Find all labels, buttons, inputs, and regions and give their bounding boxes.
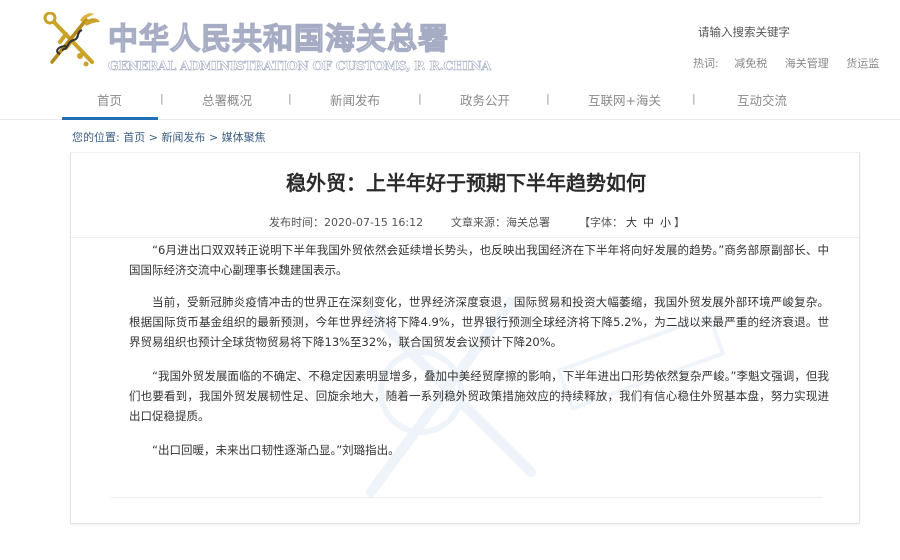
- publish-time-value: 2020-07-15 16:12: [324, 216, 424, 229]
- font-size-small[interactable]: 小: [660, 216, 671, 229]
- article-bottom-divider: [111, 497, 823, 498]
- article-paragraph: “6月进出口双双转正说明下半年我国外贸依然会延续增长势头，也反映出我国经济在下半…: [129, 243, 829, 277]
- font-size-label: 【字体：: [579, 216, 623, 229]
- article-paragraph: “我国外贸发展面临的不确定、不稳定因素明显增多，叠加中美经贸摩擦的影响，下半年进…: [129, 369, 829, 423]
- nav-separator: |: [418, 92, 422, 105]
- nav-separator: |: [692, 92, 696, 105]
- article-paragraph: “出口回暖，未来出口韧性逐渐凸显。”刘璐指出。: [152, 443, 400, 457]
- breadcrumb: 您的位置: 首页 > 新闻发布 > 媒体聚焦: [72, 129, 266, 145]
- nav-item-gov[interactable]: 政务公开: [460, 90, 510, 109]
- breadcrumb-sep: >: [208, 131, 219, 144]
- customs-emblem-icon[interactable]: [40, 12, 102, 72]
- nav-separator: |: [288, 92, 292, 105]
- hot-words-label: 热词:: [693, 57, 719, 70]
- nav-item-internet[interactable]: 互联网+海关: [588, 90, 661, 109]
- hot-word-link[interactable]: 海关管理: [785, 57, 829, 70]
- hot-words: 热词: 减免税 海关管理 货运监: [693, 55, 893, 71]
- article-paragraph: 当前，受新冠肺炎疫情冲击的世界正在深刻变化，世界经济深度衰退，国际贸易和投资大幅…: [129, 295, 829, 349]
- breadcrumb-sep: >: [148, 131, 158, 144]
- source-label: 文章来源：: [451, 216, 506, 229]
- main-nav: 首页 | 总署概况 | 新闻发布 | 政务公开 | 互联网+海关 | 互动交流: [0, 90, 900, 116]
- hot-word-link[interactable]: 减免税: [734, 57, 767, 70]
- font-size-medium[interactable]: 中: [643, 216, 654, 229]
- breadcrumb-news[interactable]: 新闻发布: [161, 131, 205, 144]
- breadcrumb-media[interactable]: 媒体聚焦: [222, 131, 266, 144]
- meta-divider: [71, 237, 859, 238]
- card-top-border: [71, 152, 859, 153]
- article-card: 稳外贸：上半年好于预期下半年趋势如何 发布时间：2020-07-15 16:12…: [70, 152, 860, 524]
- breadcrumb-prefix: 您的位置:: [72, 131, 120, 144]
- logo-title-en[interactable]: GENERAL ADMINISTRATION OF CUSTOMS, P. R.…: [108, 58, 492, 74]
- article-source: 文章来源：海关总署: [451, 214, 550, 230]
- nav-item-home[interactable]: 首页: [97, 90, 122, 109]
- hot-word-link[interactable]: 货运监: [846, 57, 879, 70]
- publish-time-label: 发布时间：: [269, 216, 324, 229]
- search-input[interactable]: [672, 20, 852, 44]
- article-title: 稳外贸：上半年好于预期下半年趋势如何: [286, 171, 646, 195]
- nav-item-interact[interactable]: 互动交流: [737, 90, 787, 109]
- font-size-close: 】: [674, 216, 685, 229]
- source-value: 海关总署: [506, 216, 550, 229]
- font-size-switcher: 【字体：大中小】: [579, 214, 685, 230]
- site-header: 中华人民共和国海关总署 GENERAL ADMINISTRATION OF CU…: [0, 0, 900, 88]
- nav-item-about[interactable]: 总署概况: [202, 90, 252, 109]
- nav-separator: |: [546, 92, 550, 105]
- logo-title-cn[interactable]: 中华人民共和国海关总署: [107, 14, 449, 58]
- nav-separator: |: [160, 92, 164, 105]
- breadcrumb-home[interactable]: 首页: [123, 131, 145, 144]
- nav-active-indicator: [62, 117, 158, 120]
- nav-item-news[interactable]: 新闻发布: [330, 90, 380, 109]
- font-size-large[interactable]: 大: [626, 216, 637, 229]
- publish-time: 发布时间：2020-07-15 16:12: [269, 214, 423, 230]
